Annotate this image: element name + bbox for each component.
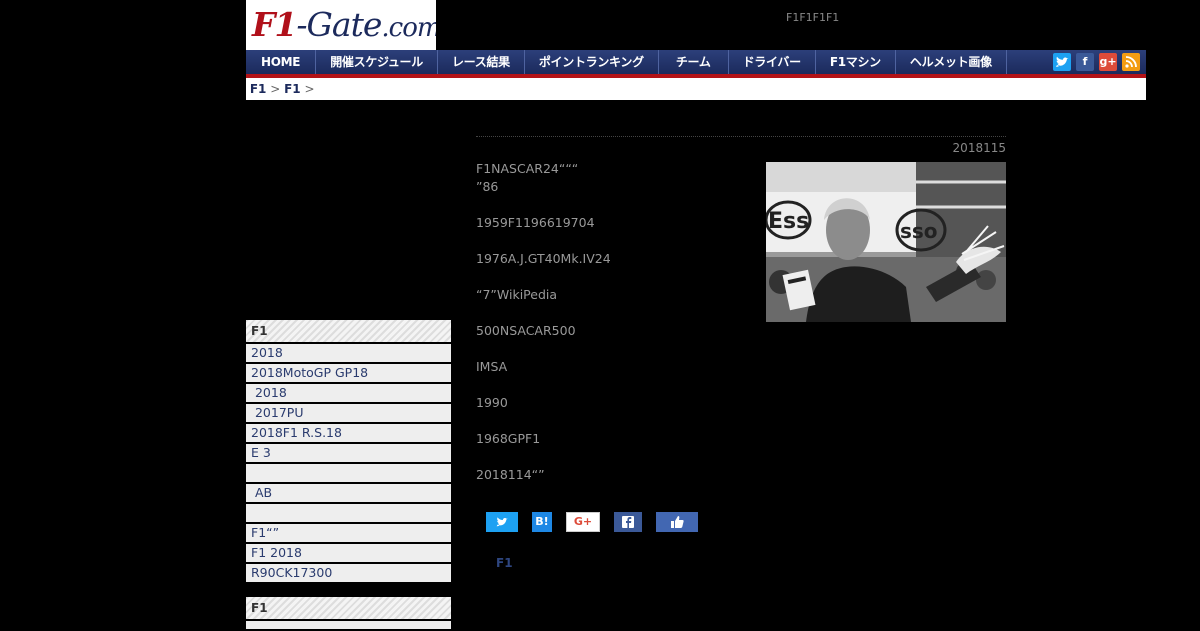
breadcrumb-separator: > [270, 82, 281, 96]
article-paragraph: F1NASCAR24“““ ”86 [476, 161, 579, 194]
nav-machines[interactable]: F1マシン [816, 50, 896, 74]
main-nav: HOME 開催スケジュール レース結果 ポイントランキング チーム ドライバー … [246, 50, 1146, 78]
facebook-share-button[interactable] [614, 512, 642, 532]
sidebar-item[interactable]: 2017PU [246, 404, 451, 424]
sidebar-item[interactable]: R90CK17300 [246, 564, 451, 584]
sidebar-heading: F1 [246, 597, 451, 621]
article-body: F1NASCAR24“““ ”86 1959F1196619704 1976A.… [476, 160, 756, 502]
svg-text:Ess: Ess [768, 209, 809, 234]
sidebar-item[interactable]: F1“” [246, 524, 451, 544]
social-icons: f g+ [1053, 53, 1140, 71]
nav-helmets[interactable]: ヘルメット画像 [896, 50, 1007, 74]
like-button[interactable] [656, 512, 698, 532]
rss-icon[interactable] [1122, 53, 1140, 71]
site-tagline: F1F1F1F1 [786, 11, 840, 24]
article: 2018115 F1NASCAR24“““ ”86 1959F119661970… [476, 136, 1006, 570]
sidebar-item[interactable]: 2018 [246, 384, 451, 404]
article-date: 2018115 [952, 141, 1006, 155]
logo-f1-text: F1 [252, 5, 297, 44]
article-tag[interactable]: F1 [496, 556, 513, 570]
nav-race-results[interactable]: レース結果 [438, 50, 525, 74]
sidebar-item[interactable]: F1 2018 [246, 544, 451, 564]
sidebar-item[interactable] [246, 504, 451, 524]
sidebar-heading: F1 [246, 320, 451, 344]
sidebar-item[interactable]: 2018F1 R.S.18 [246, 424, 451, 444]
article-paragraph: 500NSACAR500 [476, 323, 576, 338]
tweet-button[interactable] [486, 512, 518, 532]
share-buttons: B! G+ [486, 512, 712, 532]
article-paragraph: IMSA [476, 359, 508, 374]
article-paragraph: “7”WikiPedia [476, 287, 558, 302]
breadcrumb: F1 > F1 > [246, 78, 1146, 100]
article-paragraph: 1959F1196619704 [476, 215, 595, 230]
sidebar-item[interactable]: AB [246, 484, 451, 504]
sidebar-second-list: F1 [246, 597, 451, 631]
google-plus-button[interactable]: G+ [566, 512, 600, 532]
article-paragraph: 1968GPF1 [476, 431, 541, 446]
site-logo[interactable]: F1-Gate.com [246, 0, 436, 50]
sidebar-item[interactable] [246, 464, 451, 484]
breadcrumb-link-2[interactable]: F1 [284, 82, 301, 96]
breadcrumb-link-1[interactable]: F1 [250, 82, 267, 96]
nav-teams[interactable]: チーム [659, 50, 729, 74]
nav-ranking[interactable]: ポイントランキング [525, 50, 659, 74]
logo-gate-text: -Gate [296, 5, 382, 44]
divider [476, 136, 1006, 137]
nav-drivers[interactable]: ドライバー [729, 50, 816, 74]
article-paragraph: 1976A.J.GT40Mk.IV24 [476, 251, 611, 266]
sidebar-related-list: F1 2018 2018MotoGP GP18 2018 2017PU 2018… [246, 320, 451, 584]
google-plus-icon[interactable]: g+ [1099, 53, 1117, 71]
hatena-button[interactable]: B! [532, 512, 552, 532]
sidebar-item[interactable]: 2018 [246, 344, 451, 364]
sidebar-item[interactable]: 2018MotoGP GP18 [246, 364, 451, 384]
logo-domain-text: .com [381, 13, 436, 43]
article-paragraph: 1990 [476, 395, 508, 410]
article-paragraph: 2018114“” [476, 467, 545, 482]
facebook-icon[interactable]: f [1076, 53, 1094, 71]
nav-schedule[interactable]: 開催スケジュール [316, 50, 438, 74]
nav-home[interactable]: HOME [246, 50, 317, 74]
article-photo: Ess sso [766, 162, 1006, 322]
breadcrumb-separator: > [304, 82, 315, 96]
sidebar-item[interactable]: E 3 [246, 444, 451, 464]
svg-text:sso: sso [900, 219, 938, 243]
twitter-icon[interactable] [1053, 53, 1071, 71]
